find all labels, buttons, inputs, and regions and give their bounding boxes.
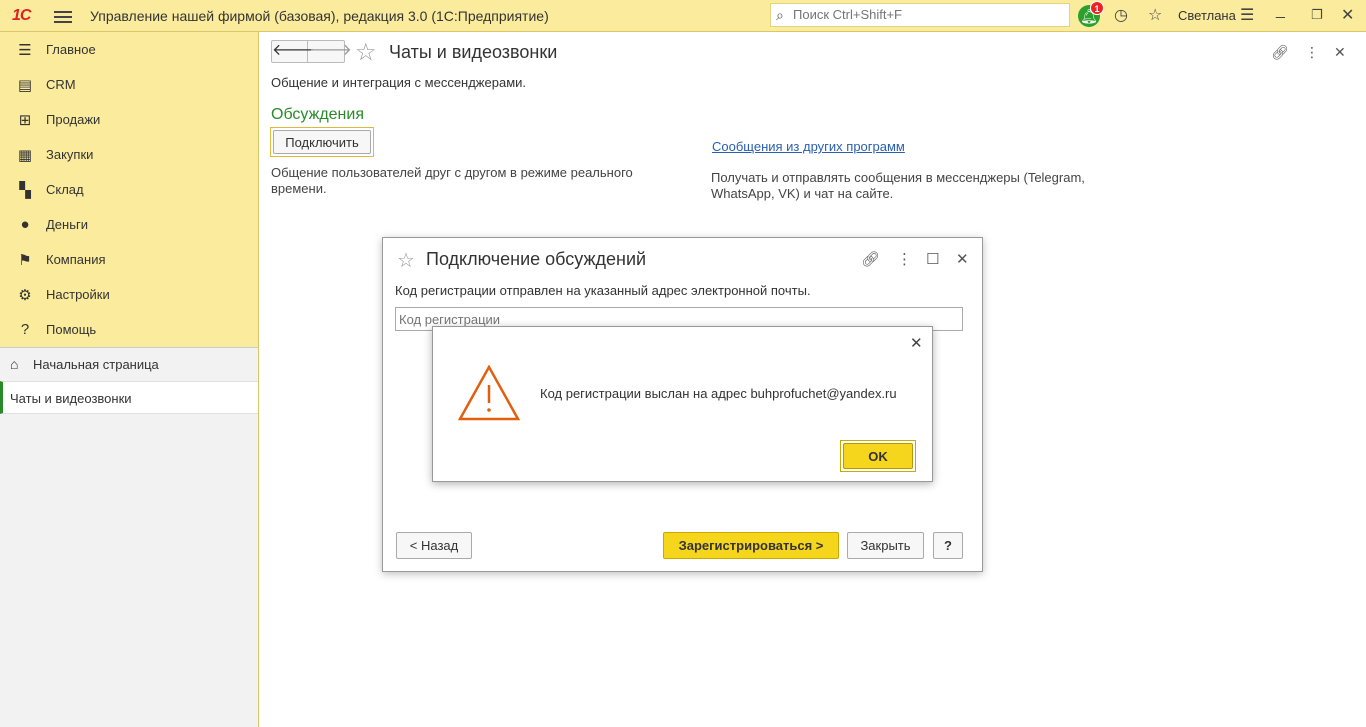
ruble-icon: ● bbox=[20, 216, 30, 233]
search-icon: ⌕ bbox=[776, 7, 784, 23]
close-window-icon[interactable]: ✕ bbox=[1341, 5, 1354, 25]
alert-dialog: ✕ Код регистрации выслан на адрес buhpro… bbox=[432, 326, 933, 482]
history-icon[interactable]: ◷ bbox=[1114, 5, 1128, 25]
sidebar-item-label: Склад bbox=[46, 182, 84, 197]
favorite-star-icon[interactable]: ☆ bbox=[355, 38, 377, 67]
page-subtitle: Общение и интеграция с мессенджерами. bbox=[271, 75, 527, 90]
register-button[interactable]: Зарегистрироваться > bbox=[663, 532, 839, 559]
user-name[interactable]: Светлана bbox=[1178, 8, 1236, 23]
sidebar-item-warehouse[interactable]: ▚ Склад bbox=[0, 172, 258, 207]
sidebar-item-label: Настройки bbox=[46, 287, 110, 302]
search-input[interactable] bbox=[793, 7, 1063, 22]
sidebar-item-main[interactable]: ☰ Главное bbox=[0, 32, 258, 67]
link-icon[interactable]: 🔗︎ bbox=[1271, 44, 1289, 61]
page-title: Чаты и видеозвонки bbox=[389, 42, 558, 62]
favorites-star-icon[interactable]: ☆ bbox=[1148, 5, 1162, 25]
app-title: Управление нашей фирмой (базовая), редак… bbox=[90, 8, 549, 24]
sidebar-item-label: Главное bbox=[46, 42, 96, 57]
app-logo[interactable]: 1С bbox=[12, 7, 31, 25]
help-icon: ? bbox=[20, 321, 30, 338]
sidebar-item-crm[interactable]: ▤ CRM bbox=[0, 67, 258, 102]
connect-button[interactable]: Подключить bbox=[273, 130, 371, 154]
settings-menu-icon[interactable]: ☰ bbox=[1240, 5, 1254, 25]
forward-arrow-icon[interactable]: 🡒 bbox=[309, 41, 352, 62]
sidebar-item-label: Компания bbox=[46, 252, 106, 267]
dialog-more-icon[interactable]: ⋮ bbox=[897, 250, 912, 268]
dialog-message: Код регистрации отправлен на указанный а… bbox=[395, 283, 811, 298]
sidebar-item-label: CRM bbox=[46, 77, 76, 92]
warning-icon bbox=[457, 364, 521, 424]
sidebar-item-settings[interactable]: ⚙ Настройки bbox=[0, 277, 258, 312]
contacts-icon: ▤ bbox=[17, 77, 33, 94]
back-arrow-icon[interactable]: 🡐 bbox=[272, 41, 315, 62]
ok-button[interactable]: OK bbox=[843, 443, 913, 469]
alert-message: Код регистрации выслан на адрес buhprofu… bbox=[540, 386, 897, 401]
back-button[interactable]: < Назад bbox=[396, 532, 472, 559]
other-programs-link[interactable]: Сообщения из других программ bbox=[712, 139, 905, 154]
navigation-buttons: 🡐 🡒 bbox=[271, 40, 352, 63]
minimize-icon[interactable]: _ bbox=[1276, 2, 1285, 20]
cart-icon: ▦ bbox=[17, 147, 33, 164]
close-page-icon[interactable]: ✕ bbox=[1334, 44, 1346, 61]
main-menu-icon[interactable] bbox=[52, 8, 74, 24]
close-button[interactable]: Закрыть bbox=[847, 532, 924, 559]
notifications-badge: 1 bbox=[1090, 1, 1104, 15]
open-windows-panel: ⌂ Начальная страница Чаты и видеозвонки bbox=[0, 347, 258, 727]
dialog-title: Подключение обсуждений bbox=[426, 249, 647, 269]
section-title: Обсуждения bbox=[271, 106, 364, 123]
alert-close-icon[interactable]: ✕ bbox=[910, 334, 923, 352]
dialog-maximize-icon[interactable]: ☐ bbox=[926, 250, 939, 268]
ok-button-frame: OK bbox=[840, 440, 916, 472]
gear-icon: ⚙ bbox=[18, 287, 32, 304]
messengers-description: Получать и отправлять сообщения в мессен… bbox=[711, 170, 1085, 201]
grid-icon: ▚ bbox=[19, 182, 31, 199]
help-button[interactable]: ? bbox=[933, 532, 963, 559]
sidebar: ☰ Главное ▤ CRM ⊞ Продажи ▦ Закупки ▚ Ск… bbox=[0, 32, 259, 727]
dialog-close-icon[interactable]: ✕ bbox=[956, 250, 969, 268]
restore-icon[interactable]: ❐ bbox=[1311, 7, 1323, 23]
sidebar-item-sales[interactable]: ⊞ Продажи bbox=[0, 102, 258, 137]
dialog-star-icon[interactable]: ☆ bbox=[397, 248, 415, 273]
discussions-description: Общение пользователей друг с другом в ре… bbox=[271, 165, 633, 196]
open-window-chats[interactable]: Чаты и видеозвонки bbox=[0, 381, 258, 414]
sidebar-item-label: Продажи bbox=[46, 112, 101, 127]
home-page-label: Начальная страница bbox=[33, 357, 159, 372]
sidebar-item-label: Помощь bbox=[46, 322, 97, 337]
dialog-link-icon[interactable]: 🔗︎ bbox=[861, 250, 880, 268]
search-box[interactable]: ⌕ bbox=[770, 3, 1070, 27]
hamburger-icon: ☰ bbox=[18, 42, 32, 59]
basket-icon: ⊞ bbox=[18, 112, 32, 129]
sidebar-item-label: Деньги bbox=[46, 217, 88, 232]
sidebar-item-help[interactable]: ? Помощь bbox=[0, 312, 258, 347]
top-bar: 1С Управление нашей фирмой (базовая), ре… bbox=[0, 0, 1366, 32]
flag-icon: ⚑ bbox=[18, 252, 32, 269]
home-page-item[interactable]: ⌂ Начальная страница bbox=[0, 348, 258, 381]
sidebar-item-company[interactable]: ⚑ Компания bbox=[0, 242, 258, 277]
open-window-label: Чаты и видеозвонки bbox=[10, 391, 132, 406]
sidebar-item-label: Закупки bbox=[46, 147, 94, 162]
sidebar-item-money[interactable]: ● Деньги bbox=[0, 207, 258, 242]
connect-button-frame: Подключить bbox=[270, 127, 374, 157]
home-icon: ⌂ bbox=[10, 356, 19, 372]
sidebar-item-purchases[interactable]: ▦ Закупки bbox=[0, 137, 258, 172]
more-options-icon[interactable]: ⋮ bbox=[1305, 44, 1319, 61]
